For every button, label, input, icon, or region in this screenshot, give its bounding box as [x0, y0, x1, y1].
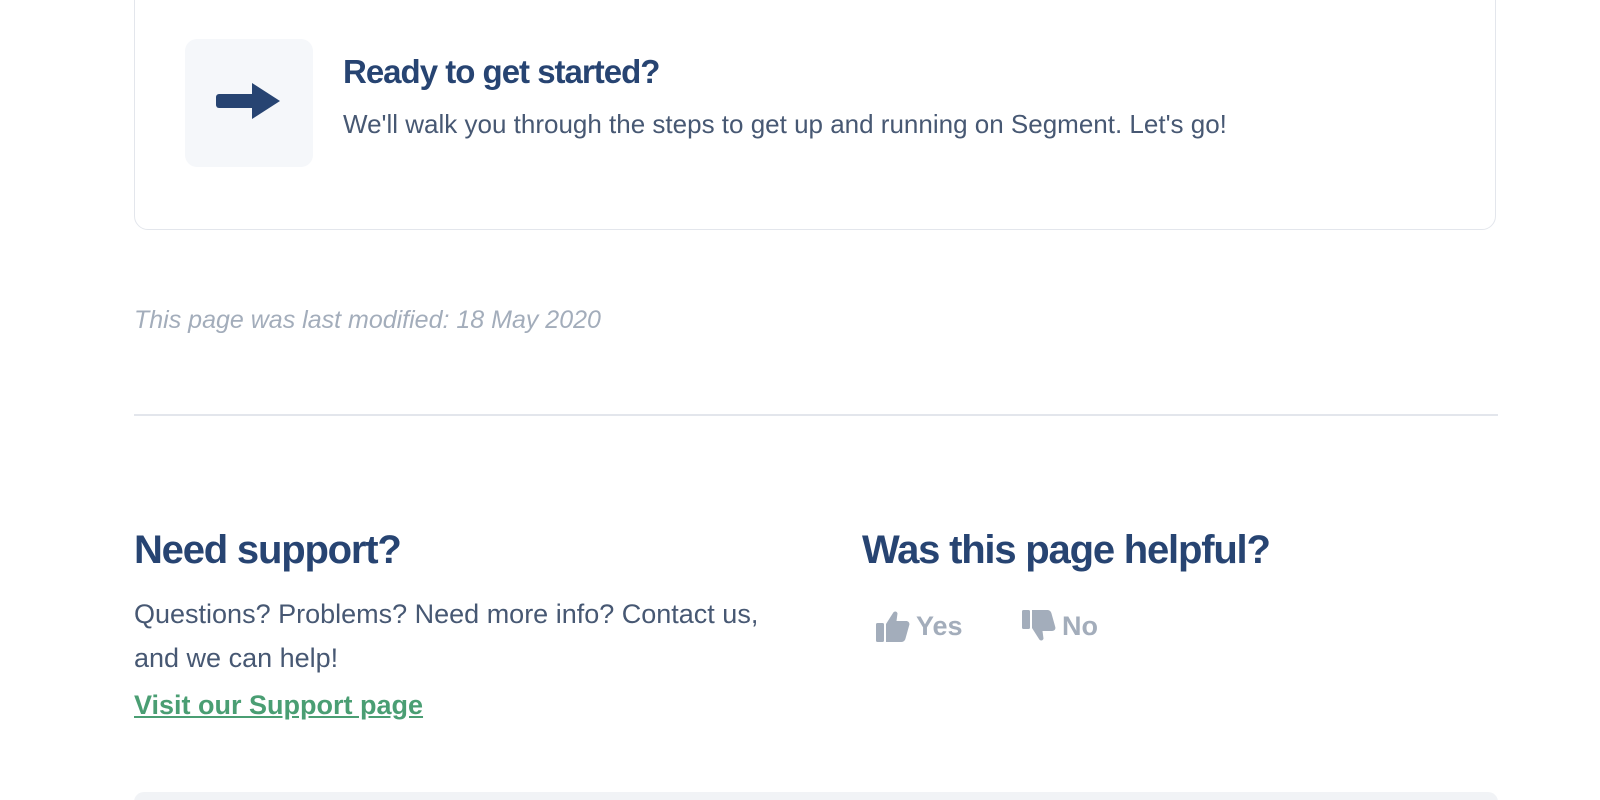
support-heading: Need support?	[134, 528, 402, 572]
last-modified-text: This page was last modified: 18 May 2020	[134, 306, 601, 334]
get-started-card[interactable]: Ready to get started? We'll walk you thr…	[134, 0, 1496, 230]
helpful-yes-button[interactable]: Yes	[876, 606, 963, 646]
section-divider	[134, 414, 1498, 416]
get-started-description: We'll walk you through the steps to get …	[343, 109, 1227, 139]
thumbs-down-icon	[1022, 610, 1056, 641]
page: Ready to get started? We'll walk you thr…	[0, 0, 1600, 800]
next-section-edge	[134, 792, 1498, 800]
get-started-title[interactable]: Ready to get started?	[343, 53, 660, 91]
helpful-no-button[interactable]: No	[1022, 606, 1098, 646]
support-description: Questions? Problems? Need more info? Con…	[134, 599, 759, 673]
support-page-link[interactable]: Visit our Support page	[134, 690, 423, 721]
get-started-icon-box	[185, 39, 313, 167]
helpful-yes-label: Yes	[916, 610, 963, 641]
arrow-right-icon	[216, 83, 280, 119]
helpful-heading: Was this page helpful?	[862, 528, 1271, 572]
thumbs-up-icon	[876, 611, 910, 642]
helpful-no-label: No	[1062, 610, 1098, 641]
